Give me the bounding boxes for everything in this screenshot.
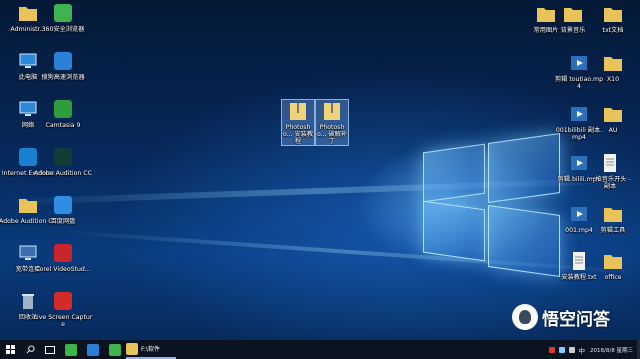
desktop: Administr... 360安全浏览器 此电脑 搜狗高速浏览器 网络 Camtasia… (0, 0, 640, 340)
video-file-icon (568, 203, 590, 225)
network-tray-icon[interactable] (558, 346, 565, 353)
wukong-watermark: 悟空问答 (512, 300, 637, 334)
desktop-icon[interactable]: X10 (589, 52, 637, 83)
windows-start-icon (5, 345, 15, 354)
taskbar-app-button[interactable]: F:\软件 (126, 340, 176, 359)
desktop-icon[interactable]: Photosho... 破解补丁 (315, 99, 349, 146)
screen-capture-icon (52, 290, 74, 312)
zip-folder-icon (321, 100, 343, 122)
desktop-icon-label: 一拍音乐开头 - 副本 (589, 176, 631, 190)
desktop-icon[interactable]: 360安全浏览器 (33, 2, 93, 33)
task-view-button[interactable] (40, 340, 60, 359)
desktop-icon-label: txt文档 (602, 27, 624, 34)
folder-icon (602, 52, 624, 74)
folder-icon (602, 103, 624, 125)
sogou-browser-icon (87, 343, 99, 356)
tray-app-icon[interactable] (548, 346, 555, 353)
desktop-icon[interactable]: Photosho... 安装教程 (281, 99, 315, 146)
desktop-icon[interactable]: 搜狗高速浏览器 (33, 50, 93, 81)
desktop-icon[interactable]: txt文档 (589, 3, 637, 34)
folder-icon (562, 3, 584, 25)
desktop-icon[interactable]: Adobe Audition CC (33, 146, 93, 177)
desktop-icon-label: 搜狗高速浏览器 (41, 74, 85, 81)
file-explorer-icon (126, 342, 138, 355)
video-file-icon (568, 103, 590, 125)
text-file-icon (568, 250, 590, 272)
zip-folder-icon (287, 100, 309, 122)
corel-icon (52, 242, 74, 264)
windows-logo-pane (423, 143, 485, 203)
browser-360-icon (52, 2, 74, 24)
clock-date[interactable]: 2018/8/8 星期三 (590, 346, 633, 354)
task-view-icon (45, 345, 55, 354)
camtasia-icon (52, 98, 74, 120)
search-button[interactable] (20, 340, 40, 359)
windows-logo-pane (423, 200, 485, 262)
desktop-icon[interactable]: 剪辑工具 (589, 203, 637, 234)
desktop-icon[interactable]: AU (589, 103, 637, 134)
windows-logo-pane (488, 204, 560, 278)
wechat-icon (65, 343, 77, 356)
search-icon (26, 345, 35, 354)
desktop-icon-label: Photosho... 破解补丁 (316, 124, 348, 145)
desktop-icon-label: Photosho... 安装教程 (282, 124, 314, 145)
sogou-browser-icon (52, 50, 74, 72)
desktop-icon[interactable]: Corel VideoStud... (33, 242, 93, 273)
desktop-icon-label: X10 (606, 76, 620, 83)
windows-logo-pane (488, 132, 560, 204)
desktop-icon-label: 360安全浏览器 (41, 26, 85, 33)
taskbar: F:\软件 中 2018/8/8 星期三 (0, 340, 640, 359)
desktop-icon[interactable]: 百度网盘 (33, 194, 93, 225)
taskbar-app-button[interactable] (82, 340, 104, 359)
text-file-icon (599, 152, 621, 174)
desktop-icon[interactable]: office (589, 250, 637, 281)
start-button[interactable] (0, 340, 20, 359)
taskbar-app-button[interactable] (60, 340, 82, 359)
desktop-icon-label: office (604, 274, 622, 281)
volume-icon[interactable] (568, 346, 575, 353)
folder-icon (602, 203, 624, 225)
folder-icon (602, 3, 624, 25)
browser-360-icon (109, 343, 121, 356)
desktop-icon-label: Adobe Audition CC (34, 170, 92, 177)
video-file-icon (568, 52, 590, 74)
system-tray: 中 2018/8/8 星期三 (548, 340, 640, 359)
desktop-icon-label: Live Screen Capture (33, 314, 93, 328)
desktop-icon-label: AU (608, 127, 618, 134)
explorer-window-label: F:\软件 (141, 346, 161, 353)
desktop-icon-label: 剪辑工具 (600, 227, 626, 234)
wukong-logo-icon (512, 304, 538, 330)
taskbar-apps: F:\软件 (60, 340, 176, 359)
desktop-icon[interactable]: Live Screen Capture (33, 290, 93, 328)
folder-icon (602, 250, 624, 272)
ime-indicator[interactable]: 中 (579, 345, 586, 355)
baidu-netdisk-icon (52, 194, 74, 216)
desktop-icon-label: Corel VideoStud... (35, 266, 91, 273)
audition-icon (52, 146, 74, 168)
taskbar-app-button[interactable] (104, 340, 126, 359)
desktop-icon-label: Camtasia 9 (45, 122, 81, 129)
watermark-text: 悟空问答 (542, 309, 610, 330)
desktop-icon[interactable]: 一拍音乐开头 - 副本 (586, 152, 634, 190)
desktop-icon[interactable]: Camtasia 9 (33, 98, 93, 129)
desktop-icon-label: 百度网盘 (50, 218, 76, 225)
